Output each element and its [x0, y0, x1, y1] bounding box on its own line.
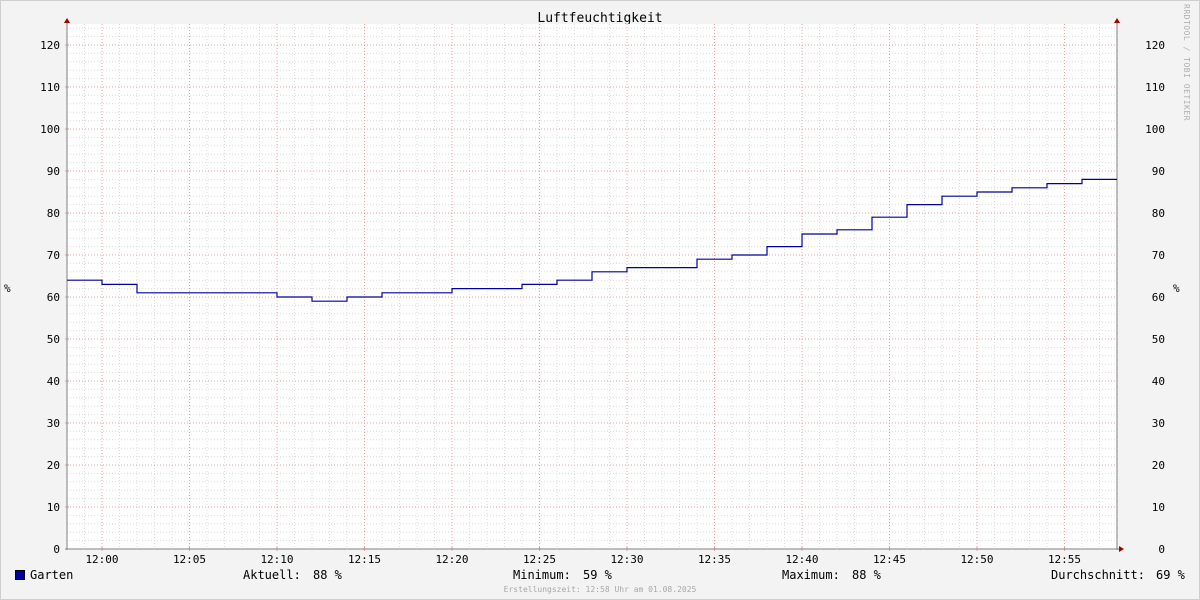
stat-durchschnitt-value: 69 %	[1156, 568, 1185, 582]
y-tick-label-left: 90	[47, 165, 60, 178]
x-tick-label: 12:55	[1048, 553, 1081, 566]
y-tick-label-right: 80	[1152, 207, 1165, 220]
y-axis-arrow-right	[1114, 18, 1120, 23]
stat-aktuell-value: 88 %	[313, 568, 342, 582]
y-tick-label-left: 100	[40, 123, 60, 136]
x-tick-label: 12:35	[698, 553, 731, 566]
creation-time: Erstellungszeit: 12:58 Uhr am 01.08.2025	[503, 585, 697, 594]
y-tick-label-right: 0	[1158, 543, 1165, 556]
x-tick-label: 12:30	[610, 553, 643, 566]
y-axis-arrow-left	[64, 18, 70, 23]
x-tick-label: 12:40	[785, 553, 818, 566]
y-tick-label-right: 30	[1152, 417, 1165, 430]
y-tick-label-left: 20	[47, 459, 60, 472]
y-tick-label-right: 90	[1152, 165, 1165, 178]
x-tick-label: 12:05	[173, 553, 206, 566]
stat-minimum-label: Minimum:	[513, 568, 571, 582]
stat-aktuell-label: Aktuell:	[243, 568, 301, 582]
y-tick-label-left: 110	[40, 81, 60, 94]
stat-maximum-label: Maximum:	[782, 568, 840, 582]
y-tick-label-right: 50	[1152, 333, 1165, 346]
y-tick-label-left: 0	[53, 543, 60, 556]
y-tick-label-right: 40	[1152, 375, 1165, 388]
y-tick-label-left: 30	[47, 417, 60, 430]
y-tick-label-left: 80	[47, 207, 60, 220]
y-tick-label-right: 120	[1145, 39, 1165, 52]
y-tick-label-left: 60	[47, 291, 60, 304]
x-tick-label: 12:25	[523, 553, 556, 566]
legend-series-name: Garten	[30, 568, 74, 582]
y-tick-label-right: 70	[1152, 249, 1165, 262]
x-tick-label: 12:50	[960, 553, 993, 566]
x-tick-label: 12:10	[260, 553, 293, 566]
stat-durchschnitt-label: Durchschnitt:	[1051, 568, 1145, 582]
y-tick-label-right: 110	[1145, 81, 1165, 94]
y-tick-label-right: 20	[1152, 459, 1165, 472]
humidity-chart: 0 0 10 10 20 20 30 30 40 40 50 50 60 60 70 70 80 80 90 90 10…	[40, 18, 1165, 566]
x-tick-label: 12:20	[435, 553, 468, 566]
x-tick-label: 12:00	[85, 553, 118, 566]
y-tick-label-right: 100	[1145, 123, 1165, 136]
y-tick-label-left: 10	[47, 501, 60, 514]
y-tick-label-right: 60	[1152, 291, 1165, 304]
stat-minimum-value: 59 %	[583, 568, 612, 582]
y-tick-label-left: 50	[47, 333, 60, 346]
y-tick-label-left: 40	[47, 375, 60, 388]
x-tick-label: 12:45	[873, 553, 906, 566]
x-tick-label: 12:15	[348, 553, 381, 566]
y-tick-label-left: 120	[40, 39, 60, 52]
x-axis-arrow	[1119, 546, 1124, 552]
legend-color-swatch	[15, 570, 25, 580]
y-tick-label-right: 10	[1152, 501, 1165, 514]
y-tick-label-left: 70	[47, 249, 60, 262]
stat-maximum-value: 88 %	[852, 568, 881, 582]
